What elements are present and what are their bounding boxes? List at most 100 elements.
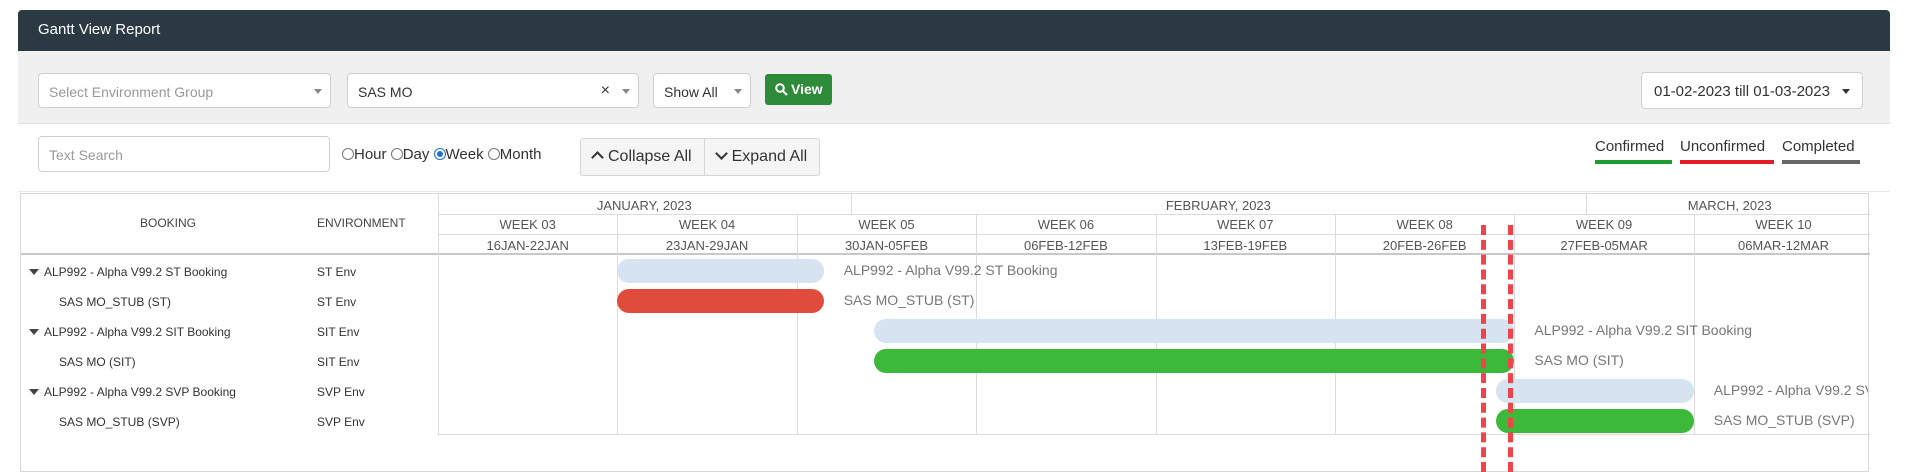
filter-toolbar: Select Environment Group SAS MO × Show A… bbox=[18, 51, 1890, 124]
booking-label[interactable]: ALP992 - Alpha V99.2 SIT Booking bbox=[29, 325, 231, 339]
week-header: WEEK 04 bbox=[678, 217, 736, 232]
show-select[interactable]: Show All bbox=[653, 73, 751, 108]
gantt-bar[interactable] bbox=[617, 259, 824, 283]
gantt-bar[interactable] bbox=[1496, 379, 1694, 403]
environment-select[interactable]: SAS MO × bbox=[347, 73, 639, 108]
booking-label: SAS MO_STUB (ST) bbox=[59, 295, 171, 309]
week-range: 16JAN-22JAN bbox=[486, 238, 569, 253]
show-value: Show All bbox=[664, 84, 718, 100]
expand-all-button[interactable]: Expand All bbox=[703, 139, 820, 175]
environment-value: SAS MO bbox=[358, 84, 413, 100]
bar-label: ALP992 - Alpha V99.2 SIT Booking bbox=[1534, 322, 1753, 338]
environment-label: SVP Env bbox=[317, 385, 365, 399]
text-search-placeholder: Text Search bbox=[49, 147, 123, 163]
clear-icon[interactable]: × bbox=[601, 82, 610, 100]
chevron-down-icon bbox=[314, 89, 322, 94]
environment-label: ST Env bbox=[317, 295, 357, 309]
gantt-chart: BOOKING ENVIRONMENT JANUARY, 2023 FEBRUAR… bbox=[20, 193, 1870, 472]
chevron-down-icon bbox=[622, 89, 630, 94]
view-controls: Text Search Hour Day Week Month Collapse… bbox=[18, 124, 1890, 192]
collapse-expand-group: Collapse All Expand All bbox=[580, 138, 821, 176]
week-range: 27FEB-05MAR bbox=[1560, 238, 1648, 253]
booking-text: ALP992 - Alpha V99.2 SIT Booking bbox=[44, 325, 231, 339]
booking-label[interactable]: ALP992 - Alpha V99.2 SVP Booking bbox=[29, 385, 236, 399]
grid-line bbox=[438, 434, 1870, 435]
legend-label: Completed bbox=[1782, 138, 1855, 155]
week-range: 06FEB-12FEB bbox=[1023, 238, 1108, 253]
bar-label: ALP992 - Alpha V99.2 ST Booking bbox=[843, 262, 1058, 278]
radio-week[interactable]: Week bbox=[433, 146, 484, 163]
grid-line bbox=[796, 214, 798, 434]
booking-text: ALP992 - Alpha V99.2 SVP Booking bbox=[44, 385, 236, 399]
bar-label: ALP992 - Alpha V99.2 SVP Booking bbox=[1713, 382, 1868, 398]
environment-group-select[interactable]: Select Environment Group bbox=[38, 73, 331, 108]
bar-label: SAS MO_STUB (ST) bbox=[843, 292, 975, 308]
view-button[interactable]: View bbox=[765, 74, 832, 105]
booking-text: SAS MO_STUB (SVP) bbox=[59, 415, 180, 429]
booking-label: SAS MO_STUB (SVP) bbox=[59, 415, 180, 429]
time-scale-radio-group: Hour Day Week Month bbox=[342, 146, 542, 163]
bar-label: SAS MO (SIT) bbox=[1534, 352, 1624, 368]
text-search-input[interactable]: Text Search bbox=[38, 136, 330, 172]
environment-label: SVP Env bbox=[317, 415, 365, 429]
week-range: 06MAR-12MAR bbox=[1737, 238, 1829, 253]
gantt-bar[interactable] bbox=[617, 289, 824, 313]
grid-line bbox=[850, 194, 852, 214]
radio-hour[interactable]: Hour bbox=[342, 146, 387, 163]
week-header: WEEK 10 bbox=[1755, 217, 1812, 232]
booking-text: ALP992 - Alpha V99.2 ST Booking bbox=[44, 265, 228, 279]
booking-text: SAS MO (SIT) bbox=[59, 355, 136, 369]
week-header: WEEK 08 bbox=[1396, 217, 1453, 232]
radio-label: Week bbox=[445, 146, 484, 163]
radio-selected-icon bbox=[433, 148, 446, 160]
gantt-bar[interactable] bbox=[1496, 409, 1694, 433]
legend-label: Unconfirmed bbox=[1680, 138, 1766, 155]
week-header: WEEK 05 bbox=[858, 217, 915, 232]
collapse-all-button[interactable]: Collapse All bbox=[581, 139, 704, 175]
search-icon bbox=[775, 83, 788, 96]
date-range-picker[interactable]: 01-02-2023 till 01-03-2023 bbox=[1641, 72, 1863, 109]
collapse-triangle-icon[interactable] bbox=[29, 329, 39, 335]
collapse-triangle-icon[interactable] bbox=[29, 269, 39, 275]
week-header: WEEK 03 bbox=[499, 217, 556, 232]
booking-label: SAS MO (SIT) bbox=[59, 355, 136, 369]
legend-swatch bbox=[1680, 160, 1774, 164]
grid-line bbox=[1586, 194, 1588, 214]
radio-label: Month bbox=[499, 146, 542, 163]
collapse-triangle-icon[interactable] bbox=[29, 389, 39, 395]
week-range: 13FEB-19FEB bbox=[1203, 238, 1288, 253]
column-header-environment: ENVIRONMENT bbox=[317, 216, 406, 230]
environment-label: SIT Env bbox=[317, 325, 360, 339]
week-range: 23JAN-29JAN bbox=[665, 238, 749, 253]
radio-label: Day bbox=[402, 146, 430, 163]
radio-circle-icon bbox=[342, 148, 354, 160]
view-button-label: View bbox=[791, 81, 823, 97]
radio-label: Hour bbox=[354, 146, 387, 163]
month-header: JANUARY, 2023 bbox=[596, 198, 692, 213]
bar-label: SAS MO_STUB (SVP) bbox=[1713, 412, 1855, 428]
legend-swatch bbox=[1782, 160, 1860, 164]
chevron-up-icon bbox=[591, 151, 604, 164]
radio-day[interactable]: Day bbox=[390, 146, 430, 163]
booking-label[interactable]: ALP992 - Alpha V99.2 ST Booking bbox=[29, 265, 227, 279]
expand-all-label: Expand All bbox=[731, 148, 808, 165]
radio-month[interactable]: Month bbox=[487, 146, 542, 163]
week-range: 30JAN-05FEB bbox=[844, 238, 929, 253]
chevron-down-icon bbox=[714, 147, 728, 160]
gantt-bar[interactable] bbox=[873, 319, 1515, 343]
today-marker-line bbox=[1508, 225, 1513, 472]
panel-header: Gantt View Report bbox=[18, 10, 1890, 51]
booking-text: SAS MO_STUB (ST) bbox=[59, 295, 172, 309]
legend-completed: Completed bbox=[1782, 138, 1860, 164]
week-header: WEEK 09 bbox=[1575, 217, 1633, 232]
gantt-bar[interactable] bbox=[873, 349, 1515, 373]
legend-unconfirmed: Unconfirmed bbox=[1680, 138, 1774, 164]
column-header-booking: BOOKING bbox=[139, 216, 196, 230]
week-header: WEEK 06 bbox=[1037, 217, 1095, 232]
chevron-down-icon bbox=[734, 89, 742, 94]
week-range: 20FEB-26FEB bbox=[1382, 238, 1467, 253]
month-header: FEBRUARY, 2023 bbox=[1165, 198, 1271, 213]
legend-swatch bbox=[1595, 160, 1672, 164]
environment-label: SIT Env bbox=[317, 355, 360, 369]
legend-label: Confirmed bbox=[1595, 138, 1665, 155]
